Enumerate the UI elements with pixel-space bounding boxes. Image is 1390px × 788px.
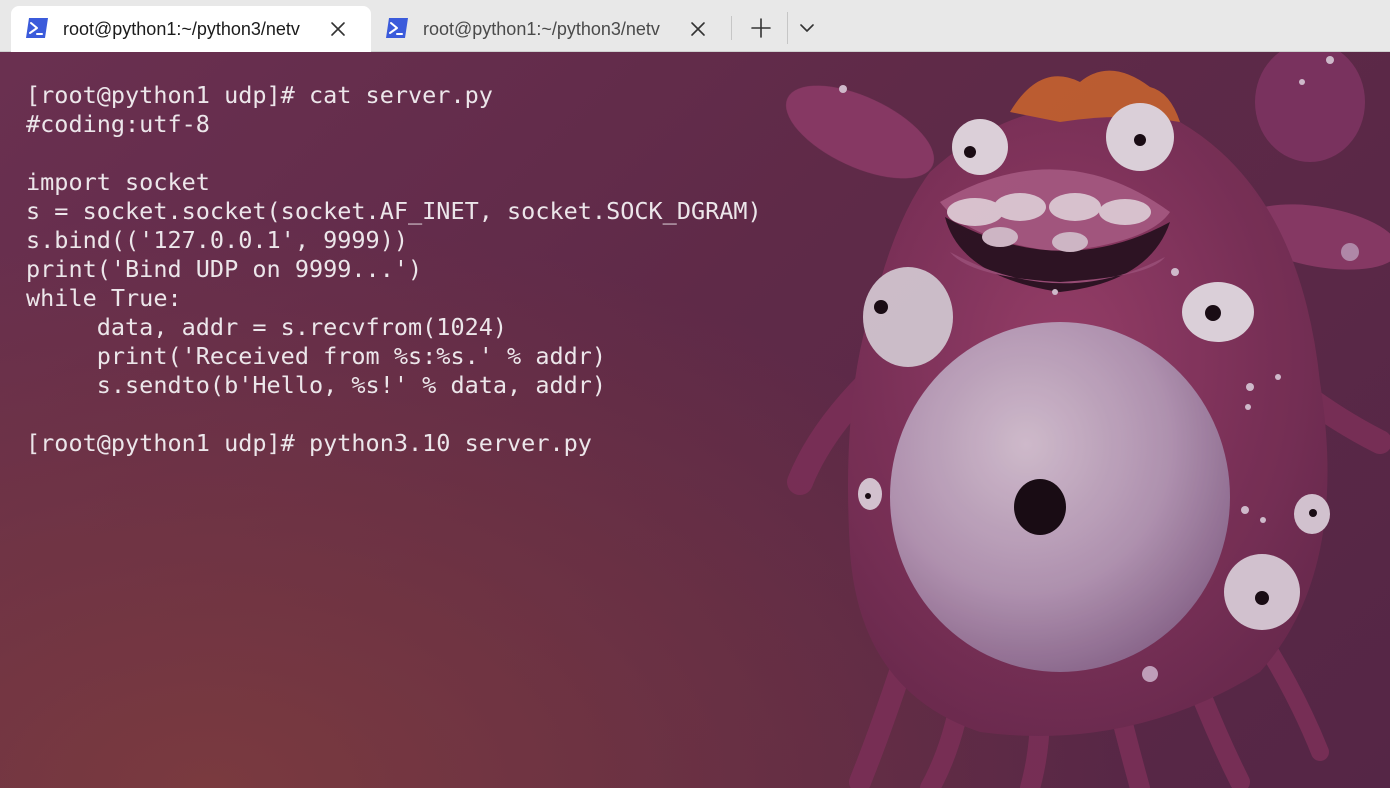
tab-title: root@python1:~/python3/netv (423, 19, 660, 39)
tab-title: root@python1:~/python3/netv (63, 19, 300, 39)
terminal-line: while True: (26, 284, 182, 312)
terminal-line: import socket (26, 168, 210, 196)
terminal-output[interactable]: [root@python1 udp]# cat server.py #coding… (26, 81, 762, 458)
chevron-down-icon (800, 24, 814, 32)
terminal-line: s = socket.socket(socket.AF_INET, socket… (26, 197, 762, 225)
terminal-line: data, addr = s.recvfrom(1024) (26, 313, 508, 341)
powershell-icon (26, 18, 48, 38)
tab-2[interactable]: root@python1:~/python3/netv (371, 6, 731, 52)
close-icon[interactable] (325, 16, 351, 42)
powershell-icon (386, 18, 408, 38)
terminal-line: s.sendto(b'Hello, %s!' % data, addr) (26, 371, 607, 399)
terminal-line: #coding:utf-8 (26, 110, 210, 138)
terminal-line: print('Received from %s:%s.' % addr) (26, 342, 607, 370)
terminal-line: s.bind(('127.0.0.1', 9999)) (26, 226, 409, 254)
terminal-line: [root@python1 udp]# cat server.py (26, 81, 493, 109)
tab-bar: root@python1:~/python3/netv root@python1… (0, 0, 1390, 52)
tab-1[interactable]: root@python1:~/python3/netv (11, 6, 371, 52)
new-tab-button[interactable] (741, 12, 781, 44)
tab-dropdown-button[interactable] (787, 12, 827, 44)
tab-separator (731, 16, 732, 40)
plus-icon (751, 18, 771, 38)
terminal-line: [root@python1 udp]# python3.10 server.py (26, 429, 592, 457)
close-icon[interactable] (685, 16, 711, 42)
terminal-line: print('Bind UDP on 9999...') (26, 255, 423, 283)
terminal-pane[interactable]: [root@python1 udp]# cat server.py #coding… (0, 52, 1390, 788)
